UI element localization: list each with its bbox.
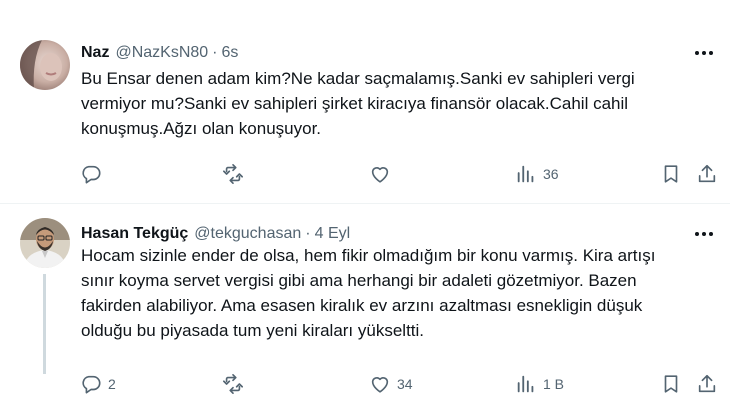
view-count: 1 B [543, 376, 565, 392]
share-button[interactable] [696, 372, 718, 396]
tweet-header: Naz @NazKsN80 · 6s [81, 43, 238, 63]
tweet-text-line: Bu Ensar denen adam kim?Ne kadar saçmala… [81, 69, 635, 88]
reply-count: 2 [108, 376, 116, 392]
views-icon [517, 375, 534, 393]
author-name[interactable]: Naz [81, 43, 109, 63]
like-count: 34 [397, 376, 413, 392]
tweet-hasan[interactable]: Hasan Tekgüç @tekguchasan · 4 Eyl Hocam … [0, 204, 730, 420]
reply-button[interactable] [80, 162, 108, 186]
tweet-header: Hasan Tekgüç @tekguchasan · 4 Eyl [81, 224, 350, 244]
tweet-text: Bu Ensar denen adam kim?Ne kadar saçmala… [81, 66, 635, 141]
retweet-icon [223, 374, 243, 394]
timestamp[interactable]: 6s [222, 43, 239, 63]
tweet-text-line: sınır koyma servet vergisi gibi ama herh… [81, 271, 637, 290]
more-icon[interactable] [692, 43, 716, 63]
reply-icon [82, 375, 101, 394]
more-icon[interactable] [692, 224, 716, 244]
retweet-button[interactable] [222, 162, 250, 186]
views-button[interactable]: 36 [515, 162, 559, 186]
bookmark-button[interactable] [660, 372, 682, 396]
tweet-actions: 36 [0, 162, 730, 186]
tweet-text: Hocam sizinle ender de olsa, hem fikir o… [81, 243, 655, 343]
tweet-text-line: vermiyor mu?Sanki ev sahipleri şirket ki… [81, 94, 629, 113]
tweet-text-line: Hocam sizinle ender de olsa, hem fikir o… [81, 246, 656, 265]
author-handle[interactable]: @NazKsN80 [115, 43, 208, 63]
share-icon [698, 164, 716, 183]
reply-button[interactable]: 2 [80, 372, 116, 396]
thread-line [43, 274, 46, 374]
author-handle[interactable]: @tekguchasan [194, 224, 301, 244]
bookmark-button[interactable] [660, 162, 682, 186]
bookmark-icon [664, 165, 678, 183]
tweet-actions: 2 34 1 B [0, 372, 730, 396]
author-name[interactable]: Hasan Tekgüç [81, 224, 188, 244]
tweet-naz[interactable]: Naz @NazKsN80 · 6s Bu Ensar denen adam k… [0, 0, 730, 203]
retweet-button[interactable] [222, 372, 250, 396]
tweet-text-line: konuşmuş.Ağzı olan konuşuyor. [81, 119, 322, 138]
share-button[interactable] [696, 162, 718, 186]
view-count: 36 [543, 166, 559, 182]
reply-icon [82, 165, 101, 184]
share-icon [698, 374, 716, 393]
separator-dot: · [212, 44, 218, 61]
timestamp[interactable]: 4 Eyl [315, 224, 351, 244]
like-button[interactable] [369, 162, 397, 186]
separator-dot: · [305, 225, 311, 242]
like-icon [371, 167, 389, 183]
bookmark-icon [664, 375, 678, 393]
like-button[interactable]: 34 [369, 372, 413, 396]
avatar[interactable] [20, 40, 70, 90]
views-icon [517, 165, 534, 183]
tweet-text-line: fakirden alabiliyor. Ama esasen kiralık … [81, 296, 643, 315]
avatar[interactable] [20, 218, 70, 268]
views-button[interactable]: 1 B [515, 372, 564, 396]
tweet-text-line: olduğu bu piyasada tum yeni kiraları yük… [81, 321, 425, 340]
retweet-icon [223, 164, 243, 184]
like-icon [371, 377, 389, 393]
